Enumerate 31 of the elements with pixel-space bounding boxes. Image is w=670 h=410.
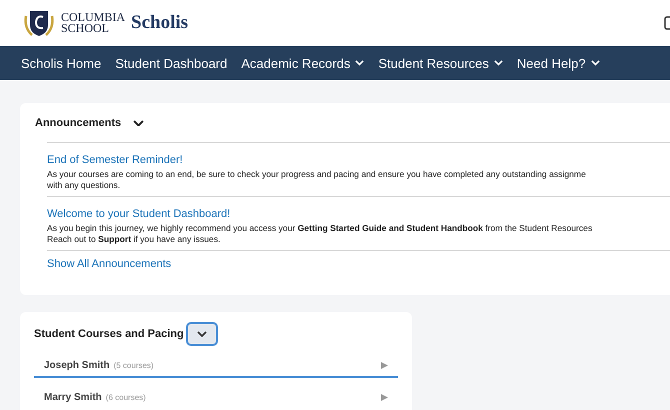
nav-link[interactable]: Scholis Home	[21, 56, 102, 70]
school-crest-logo	[22, 8, 56, 38]
expand-arrow-icon	[381, 394, 388, 401]
caret-icon	[590, 60, 600, 66]
show-all-link[interactable]: Show All Announcements	[47, 258, 172, 270]
product-logo-text: Scholis	[131, 12, 188, 34]
announcement-link[interactable]: End of Semester Reminder!	[47, 154, 670, 166]
card-title: Student Courses and Pacing	[34, 328, 184, 340]
course-count: (6 courses)	[106, 393, 146, 402]
collapse-toggle[interactable]	[133, 120, 144, 126]
nav-link[interactable]: Need Help?	[516, 56, 600, 70]
card-title: Announcements	[35, 117, 122, 129]
student-name: Joseph Smith	[44, 360, 110, 371]
announcement-link[interactable]: Welcome to your Student Dashboard!	[47, 208, 670, 220]
collapse-toggle[interactable]	[186, 322, 218, 346]
chevron-icon	[196, 331, 207, 337]
nav-link[interactable]: Student Dashboard	[115, 56, 228, 70]
logo-text: SCHOOL	[61, 23, 110, 34]
expand-arrow-icon	[381, 362, 388, 369]
chevron-icon	[133, 120, 144, 126]
student-row[interactable]: Marry Smith (6 courses)	[34, 392, 398, 408]
caret-icon	[494, 60, 503, 66]
nav-link[interactable]: Academic Records	[241, 56, 364, 70]
student-row[interactable]: Joseph Smith (5 courses)	[34, 360, 398, 378]
caret-icon	[355, 60, 364, 66]
nav-link[interactable]: Student Resources	[378, 56, 503, 70]
logo-text: COLUMBIA	[61, 12, 126, 23]
announcement-text: As you begin this journey, we highly recommend you access your Getting Started Guide and Student Handbook from the Student Resources Reach out to Support if you have any issues.	[47, 223, 594, 245]
announcement-text: As your courses are coming to an end, be sure to check your progress and pacing and ensure you have completed any outstanding assignme with any questions.	[47, 169, 587, 191]
course-count: (5 courses)	[114, 361, 154, 370]
student-name: Marry Smith	[44, 392, 102, 403]
